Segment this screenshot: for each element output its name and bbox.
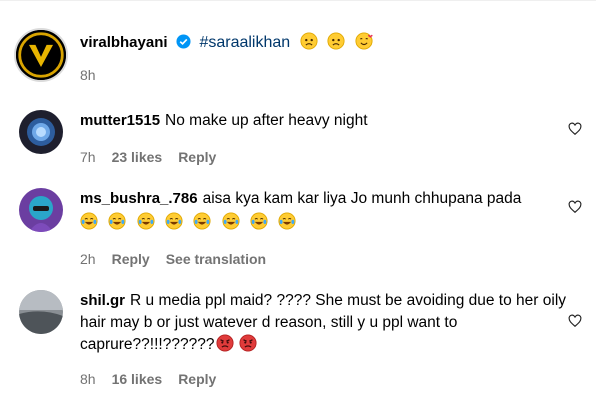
hashtag-link[interactable]: #saraalikhan (199, 34, 290, 51)
tears-of-joy-icon (250, 212, 268, 230)
tears-of-joy-icon (137, 212, 155, 230)
tears-of-joy-icon (108, 212, 126, 230)
post-username[interactable]: viralbhayani (80, 34, 168, 51)
comment-time: 7h (80, 149, 96, 165)
tears-of-joy-icon (80, 212, 98, 230)
comment-time: 2h (80, 251, 96, 267)
comment-text: aisa kya kam kar liya Jo munh chhupana p… (202, 190, 522, 207)
viral-bhayani-logo-icon (16, 30, 66, 80)
comment-username[interactable]: mutter1515 (80, 112, 160, 129)
post-meta: 8h (80, 67, 580, 83)
comment-time: 8h (80, 371, 96, 387)
heart-icon[interactable] (568, 200, 582, 214)
comment-username[interactable]: shil.gr (80, 292, 125, 309)
user-avatar-icon (19, 290, 63, 334)
smiling-face-with-hearts-icon (354, 32, 373, 50)
top-divider (0, 0, 596, 1)
comment-meta: 8h 16 likes Reply (80, 368, 580, 390)
tears-of-joy-icon (193, 212, 211, 230)
post-time: 8h (80, 67, 96, 83)
comment-meta: 7h 23 likes Reply (80, 146, 560, 168)
comment-body: ms_bushra_.786 aisa kya kam kar liya Jo m… (80, 188, 560, 270)
comment-text: R u media ppl maid? ???? She must be avo… (80, 292, 567, 353)
avatar[interactable] (19, 188, 63, 232)
caption-body: viralbhayani #saraalikhan 8h (80, 32, 580, 83)
avatar[interactable] (19, 110, 63, 154)
comment-text: No make up after heavy night (165, 112, 368, 129)
tears-of-joy-icon (278, 212, 296, 230)
avatar[interactable] (19, 290, 63, 334)
user-avatar-icon (19, 110, 63, 154)
reply-button[interactable]: Reply (112, 251, 150, 267)
comment-body: shil.gr R u media ppl maid? ???? She must… (80, 290, 580, 390)
angry-face-icon (216, 334, 234, 352)
heart-icon[interactable] (568, 122, 582, 136)
reply-button[interactable]: Reply (178, 371, 216, 387)
user-avatar-icon (19, 188, 63, 232)
heart-icon[interactable] (568, 314, 582, 328)
likes-count[interactable]: 23 likes (112, 149, 163, 165)
comment-meta: 2h Reply See translation (80, 248, 560, 270)
comment-body: mutter1515 No make up after heavy night 7… (80, 110, 560, 168)
tears-of-joy-icon (165, 212, 183, 230)
see-translation-button[interactable]: See translation (166, 251, 266, 267)
tears-of-joy-icon (222, 212, 240, 230)
angry-face-icon (239, 334, 257, 352)
verified-badge-icon (176, 34, 191, 55)
comment-username[interactable]: ms_bushra_.786 (80, 190, 198, 207)
avatar[interactable] (14, 28, 68, 82)
worried-face-icon (327, 32, 345, 50)
reply-button[interactable]: Reply (178, 149, 216, 165)
likes-count[interactable]: 16 likes (112, 371, 163, 387)
emoji-row (80, 212, 560, 234)
worried-face-icon (300, 32, 318, 50)
